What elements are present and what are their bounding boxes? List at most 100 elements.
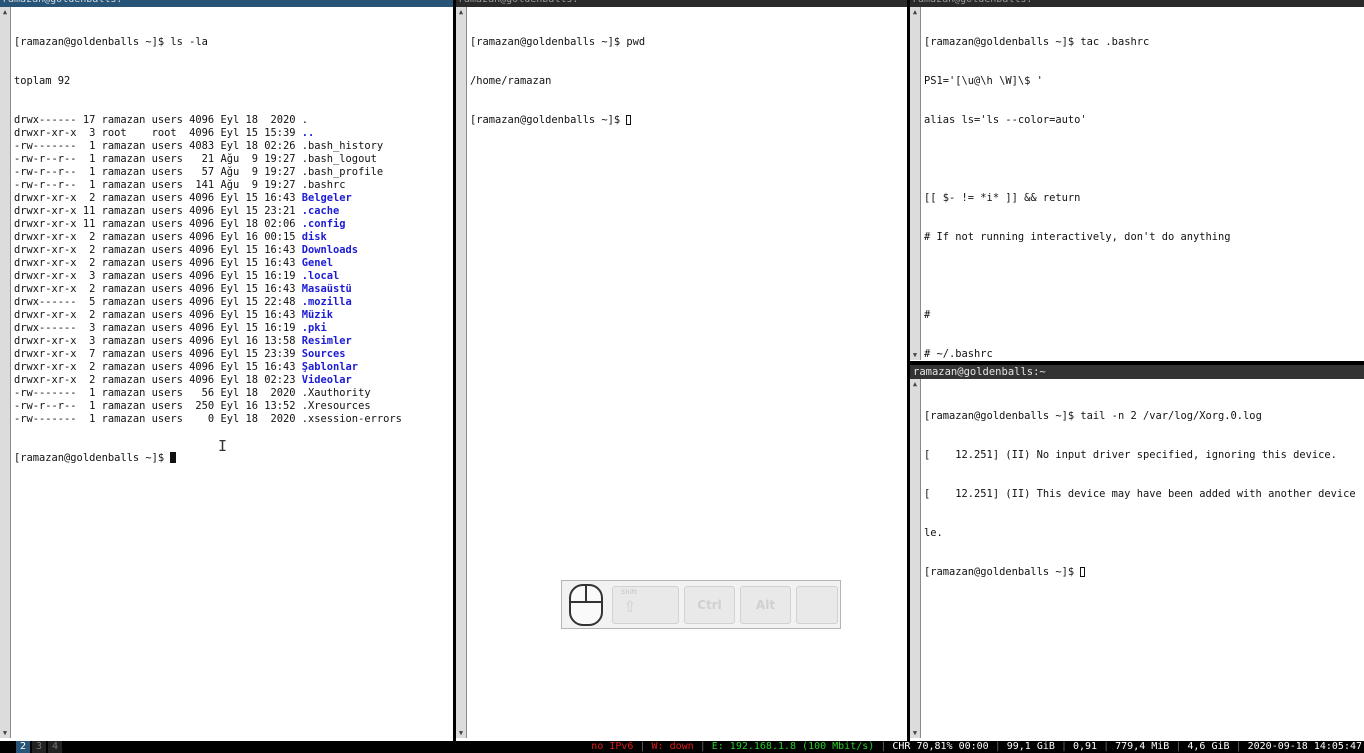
status-bar: 2 3 4 no IPv6 | W: down | E: 192.168.1.8… (0, 741, 1364, 753)
scrollbar[interactable]: ▲ ▼ (456, 7, 467, 738)
ls-listing: drwx------ 17 ramazan users 4096 Eyl 18 … (14, 114, 451, 426)
i3status: no IPv6 | W: down | E: 192.168.1.8 (100 … (591, 741, 1362, 752)
ls-entry: -rw-r--r-- 1 ramazan users 250 Eyl 16 13… (14, 400, 451, 413)
scroll-up-arrow-icon[interactable]: ▲ (910, 7, 920, 17)
text-cursor (1080, 567, 1086, 577)
memory-status: 779,4 MiB (1115, 741, 1170, 752)
scrollbar[interactable]: ▲ ▼ (910, 379, 921, 738)
pwd-output: /home/ramazan (470, 75, 552, 87)
ls-entry-name: Resimler (301, 335, 352, 347)
prompt: [ramazan@goldenballs ~]$ (470, 114, 627, 126)
scroll-up-arrow-icon[interactable]: ▲ (456, 7, 466, 17)
ls-total: toplam 92 (14, 75, 71, 87)
command: tail -n 2 /var/log/Xorg.0.log (1080, 410, 1262, 422)
scroll-down-arrow-icon[interactable]: ▼ (456, 728, 466, 738)
scroll-up-arrow-icon[interactable]: ▲ (0, 7, 10, 17)
ls-entry: drwxr-xr-x 2 ramazan users 4096 Eyl 16 0… (14, 231, 451, 244)
window-title[interactable]: ramazan@goldenballs:~ (910, 0, 1364, 7)
ls-entry: drwx------ 17 ramazan users 4096 Eyl 18 … (14, 114, 451, 127)
output-line: # If not running interactively, don't do… (924, 231, 1231, 243)
ls-entry: drwxr-xr-x 2 ramazan users 4096 Eyl 15 1… (14, 244, 451, 257)
ls-entry-meta: drwxr-xr-x 2 ramazan users 4096 Eyl 15 1… (14, 192, 302, 204)
ls-entry-name: disk (301, 231, 327, 243)
ls-entry: drwxr-xr-x 11 ramazan users 4096 Eyl 18 … (14, 218, 451, 231)
ls-entry: drwxr-xr-x 2 ramazan users 4096 Eyl 15 1… (14, 283, 451, 296)
ls-entry-meta: drwxr-xr-x 2 ramazan users 4096 Eyl 15 1… (14, 244, 302, 256)
scroll-down-arrow-icon[interactable]: ▼ (910, 350, 920, 360)
ls-entry-meta: drwxr-xr-x 3 ramazan users 4096 Eyl 15 1… (14, 270, 302, 282)
ls-entry: -rw-r--r-- 1 ramazan users 57 Ağu 9 19:2… (14, 166, 451, 179)
mouse-icon (569, 584, 603, 626)
ls-entry: drwxr-xr-x 3 root root 4096 Eyl 15 15:39… (14, 127, 451, 140)
output-line: alias ls='ls --color=auto' (924, 114, 1087, 126)
ls-entry-meta: drwxr-xr-x 2 ramazan users 4096 Eyl 15 1… (14, 361, 302, 373)
ls-entry-meta: -rw-r--r-- 1 ramazan users 141 Ağu 9 19:… (14, 179, 302, 191)
ls-entry: drwxr-xr-x 2 ramazan users 4096 Eyl 15 1… (14, 257, 451, 270)
scrollbar[interactable]: ▲ ▼ (910, 7, 921, 360)
ls-entry: -rw-r--r-- 1 ramazan users 21 Ağu 9 19:2… (14, 153, 451, 166)
terminal-output[interactable]: [ramazan@goldenballs ~]$ pwd /home/ramaz… (470, 10, 905, 153)
output-line: [ 12.251] (II) No input driver specified… (924, 449, 1337, 461)
ls-entry-name: Sources (301, 348, 346, 360)
datetime-status: 2020-09-18 14:05:47 (1247, 741, 1362, 752)
scroll-up-arrow-icon[interactable]: ▲ (910, 379, 920, 389)
ls-entry-meta: drwxr-xr-x 3 root root 4096 Eyl 15 15:39 (14, 127, 302, 139)
window-title[interactable]: ramazan@goldenballs:~ (456, 0, 907, 7)
text-cursor (626, 115, 632, 125)
command: pwd (626, 36, 646, 48)
prompt: [ramazan@goldenballs ~]$ (14, 452, 171, 464)
ls-entry-meta: drwxr-xr-x 2 ramazan users 4096 Eyl 18 0… (14, 374, 302, 386)
output-line: # ~/.bashrc (924, 348, 993, 360)
scrollbar[interactable]: ▲ ▼ (0, 7, 11, 738)
ls-entry-name: .bashrc (301, 179, 346, 191)
ls-entry-name: Downloads (301, 244, 359, 256)
ls-entry-name: Şablonlar (301, 361, 359, 373)
ls-entry-name: Videolar (301, 374, 352, 386)
ls-entry: drwxr-xr-x 3 ramazan users 4096 Eyl 16 1… (14, 335, 451, 348)
ls-entry: -rw------- 1 ramazan users 0 Eyl 18 2020… (14, 413, 451, 426)
scroll-down-arrow-icon[interactable]: ▼ (910, 728, 920, 738)
terminal-output[interactable]: [ramazan@goldenballs ~]$ ls -la toplam 9… (14, 10, 451, 491)
terminal-left[interactable]: ramazan@goldenballs:~ ▲ ▼ [ramazan@golde… (0, 0, 453, 741)
ls-entry-meta: drwx------ 5 ramazan users 4096 Eyl 15 2… (14, 296, 302, 308)
ls-entry: drwxr-xr-x 7 ramazan users 4096 Eyl 15 2… (14, 348, 451, 361)
alt-key-indicator: Alt (740, 586, 791, 624)
workspace-button[interactable]: 2 (16, 741, 30, 753)
ls-entry-meta: drwxr-xr-x 2 ramazan users 4096 Eyl 16 0… (14, 231, 302, 243)
ls-entry-meta: drwxr-xr-x 3 ramazan users 4096 Eyl 16 1… (14, 335, 302, 347)
ethernet-status: E: 192.168.1.8 (100 Mbit/s) (711, 741, 875, 752)
ls-entry-name: .mozilla (301, 296, 352, 308)
shift-key-indicator: Shift ⇧ (612, 586, 679, 624)
output-line: # (924, 309, 931, 321)
ls-entry-meta: -rw-r--r-- 1 ramazan users 21 Ağu 9 19:2… (14, 153, 302, 165)
ls-entry-name: .. (301, 127, 315, 139)
prompt: [ramazan@goldenballs ~]$ (470, 36, 627, 48)
scroll-down-arrow-icon[interactable]: ▼ (0, 728, 10, 738)
prompt: [ramazan@goldenballs ~]$ (14, 36, 171, 48)
workspace-button[interactable]: 3 (32, 741, 46, 753)
ls-entry-meta: drwxr-xr-x 2 ramazan users 4096 Eyl 15 1… (14, 257, 302, 269)
ls-entry-meta: drwxr-xr-x 7 ramazan users 4096 Eyl 15 2… (14, 348, 302, 360)
load-status: 0,91 (1072, 741, 1098, 752)
terminal-output[interactable]: [ramazan@goldenballs ~]$ tail -n 2 /var/… (924, 384, 1362, 605)
ls-entry-meta: drwxr-xr-x 11 ramazan users 4096 Eyl 15 … (14, 205, 302, 217)
prompt: [ramazan@goldenballs ~]$ (924, 410, 1081, 422)
disk-status: 99,1 GiB (1006, 741, 1055, 752)
ls-entry-name: .xsession-errors (301, 413, 402, 425)
terminal-bottom-right[interactable]: ramazan@goldenballs:~ ▲ ▼ [ramazan@golde… (910, 365, 1364, 741)
terminal-top-right[interactable]: ramazan@goldenballs:~ ▲ ▼ [ramazan@golde… (910, 0, 1364, 361)
terminal-middle[interactable]: ramazan@goldenballs:~ ▲ ▼ [ramazan@golde… (456, 0, 907, 741)
ls-entry: drwxr-xr-x 11 ramazan users 4096 Eyl 15 … (14, 205, 451, 218)
window-title[interactable]: ramazan@goldenballs:~ (0, 0, 453, 7)
ls-entry-name: .cache (301, 205, 340, 217)
ls-entry: drwxr-xr-x 2 ramazan users 4096 Eyl 15 1… (14, 361, 451, 374)
terminal-output[interactable]: [ramazan@goldenballs ~]$ tac .bashrc PS1… (924, 10, 1362, 361)
output-line: [ 12.251] (II) This device may have been… (924, 488, 1362, 500)
workspace-button[interactable]: 4 (48, 741, 62, 753)
output-line: [[ $- != *i* ]] && return (924, 192, 1081, 204)
text-cursor (170, 452, 177, 463)
window-title[interactable]: ramazan@goldenballs:~ (910, 365, 1364, 379)
battery-status: CHR 70,81% 00:00 (892, 741, 989, 752)
ls-entry-meta: -rw-r--r-- 1 ramazan users 57 Ağu 9 19:2… (14, 166, 302, 178)
